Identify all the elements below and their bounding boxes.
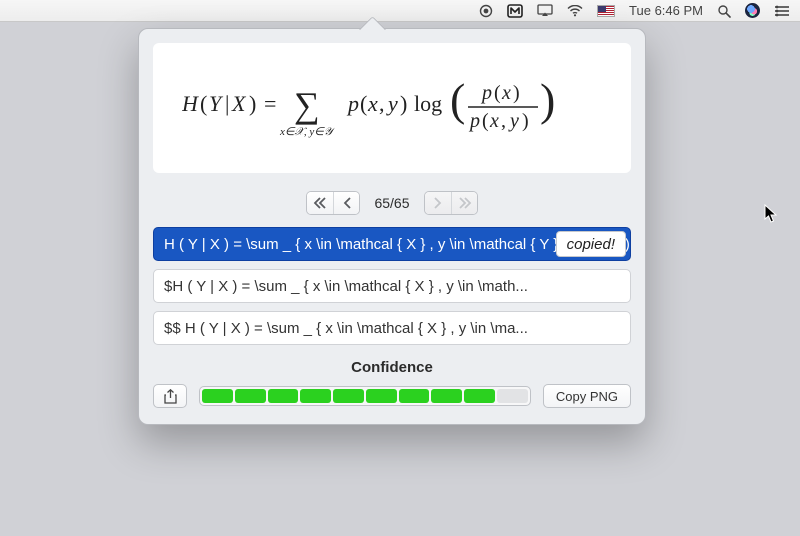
result-text: $$ H ( Y | X ) = \sum _ { x \in \mathcal…: [164, 320, 528, 337]
svg-text:): ): [540, 74, 555, 125]
svg-text:|: |: [225, 91, 229, 116]
svg-text:p: p: [480, 82, 492, 104]
svg-text:(: (: [200, 91, 207, 116]
confidence-cell: [268, 389, 299, 403]
popover-footer: Confidence Copy PNG: [139, 349, 645, 424]
svg-text:): ): [522, 110, 529, 132]
svg-text:(: (: [360, 91, 367, 116]
svg-text:∑: ∑: [294, 85, 320, 125]
next-button[interactable]: [425, 192, 451, 214]
svg-text:x∈𝒳, y∈𝒴: x∈𝒳, y∈𝒴: [279, 126, 336, 138]
history-pager: 65/65: [139, 187, 645, 227]
pager-back-group: [306, 191, 360, 215]
svg-text:y: y: [386, 91, 398, 116]
copied-badge: copied!: [556, 231, 626, 257]
confidence-bar: [199, 386, 531, 406]
wifi-icon[interactable]: [567, 5, 583, 17]
svg-text:(: (: [482, 110, 489, 132]
svg-text:=: =: [264, 91, 276, 116]
mouse-cursor-icon: [764, 204, 778, 224]
confidence-cell: [202, 389, 233, 403]
spotlight-icon[interactable]: [717, 4, 731, 18]
latex-results: H ( Y | X ) = \sum _ { x \in \mathcal { …: [139, 227, 645, 349]
svg-text:,: ,: [501, 110, 506, 132]
confidence-cell: [431, 389, 462, 403]
svg-text:p: p: [346, 91, 359, 116]
confidence-cell: [497, 389, 528, 403]
svg-text:): ): [400, 91, 407, 116]
result-row[interactable]: H ( Y | X ) = \sum _ { x \in \mathcal { …: [153, 227, 631, 261]
svg-text:log: log: [414, 91, 442, 116]
svg-text:(: (: [450, 74, 465, 125]
confidence-label: Confidence: [153, 359, 631, 376]
result-row[interactable]: $H ( Y | X ) = \sum _ { x \in \mathcal {…: [153, 269, 631, 303]
svg-text:,: ,: [379, 91, 385, 116]
result-row[interactable]: $$ H ( Y | X ) = \sum _ { x \in \mathcal…: [153, 311, 631, 345]
equation-preview: H ( Y | X ) = ∑ x∈𝒳, y∈𝒴 p ( x , y ) log…: [153, 43, 631, 173]
confidence-cell: [333, 389, 364, 403]
svg-text:x: x: [501, 82, 511, 104]
input-source-flag-icon[interactable]: [597, 5, 615, 17]
confidence-cell: [235, 389, 266, 403]
svg-text:p: p: [468, 110, 480, 132]
last-button[interactable]: [451, 192, 477, 214]
result-text: $H ( Y | X ) = \sum _ { x \in \mathcal {…: [164, 278, 528, 295]
menu-clock[interactable]: Tue 6:46 PM: [629, 3, 703, 18]
confidence-cell: [399, 389, 430, 403]
confidence-cell: [366, 389, 397, 403]
svg-text:x: x: [367, 91, 378, 116]
confidence-cell: [464, 389, 495, 403]
svg-text:x: x: [489, 110, 499, 132]
svg-text:X: X: [231, 91, 247, 116]
confidence-cell: [300, 389, 331, 403]
app-m-icon[interactable]: [507, 4, 523, 18]
ocr-popover: H ( Y | X ) = ∑ x∈𝒳, y∈𝒴 p ( x , y ) log…: [138, 28, 646, 425]
svg-text:y: y: [508, 110, 519, 132]
svg-text:Y: Y: [209, 91, 224, 116]
notification-center-icon[interactable]: [774, 5, 790, 17]
pager-counter: 65/65: [366, 195, 418, 211]
first-button[interactable]: [307, 192, 333, 214]
siri-icon[interactable]: [745, 3, 760, 18]
copy-png-button[interactable]: Copy PNG: [543, 384, 631, 408]
airplay-icon[interactable]: [537, 4, 553, 17]
macos-menu-bar: Tue 6:46 PM: [0, 0, 800, 22]
pager-forward-group: [424, 191, 478, 215]
prev-button[interactable]: [333, 192, 359, 214]
svg-text:(: (: [494, 82, 501, 104]
svg-text:): ): [249, 91, 256, 116]
svg-text:): ): [513, 82, 520, 104]
share-button[interactable]: [153, 384, 187, 408]
svg-text:H: H: [182, 91, 199, 116]
record-icon[interactable]: [479, 4, 493, 18]
